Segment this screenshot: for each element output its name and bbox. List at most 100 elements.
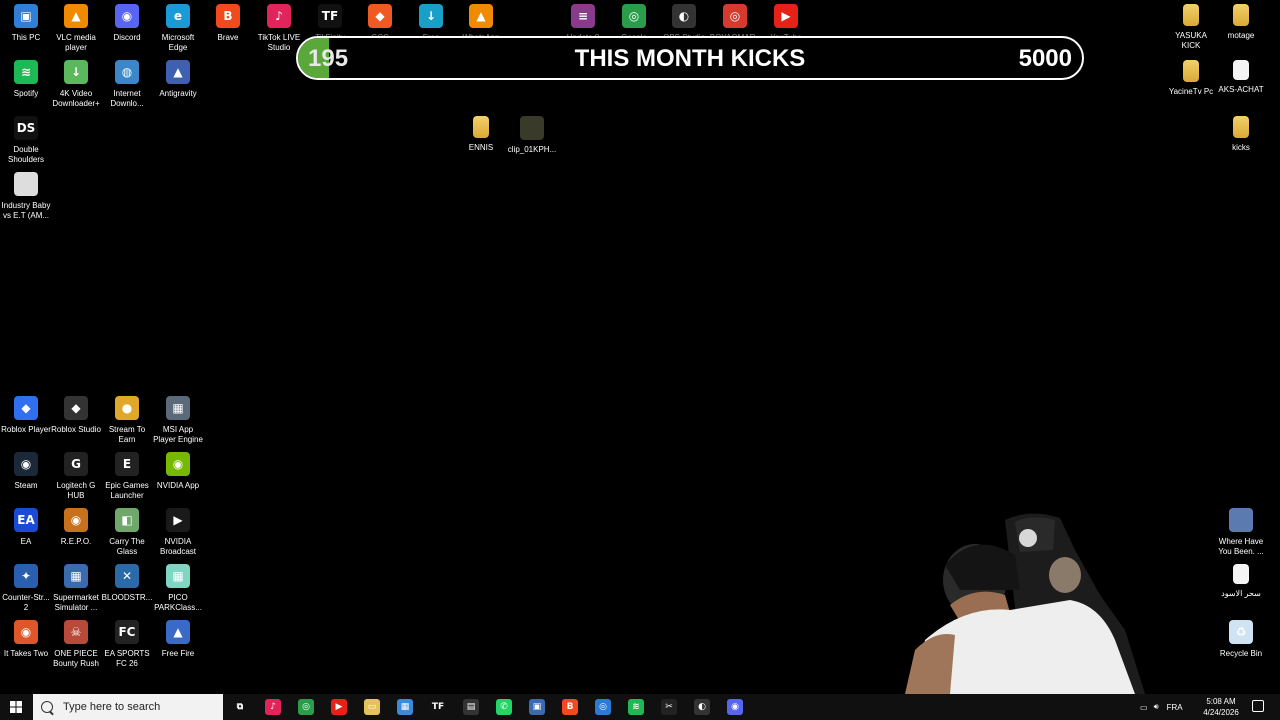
media-file-icon — [14, 172, 38, 196]
desktop-icon[interactable]: ≋ Spotify — [0, 56, 52, 99]
desktop-icon[interactable]: motage — [1215, 0, 1267, 41]
winrar-icon: ≡ — [571, 4, 595, 28]
desktop-icon[interactable]: ↓ 4K Video Downloader+ — [50, 56, 102, 109]
capcut-icon[interactable]: ✂ — [661, 699, 677, 715]
folder-icon — [473, 116, 489, 138]
msi-app-player-icon: ▦ — [166, 396, 190, 420]
desktop-icon-label: ONE PIECE Bounty Rush — [53, 649, 99, 668]
desktop-icon[interactable]: ◆ Roblox Studio — [50, 392, 102, 435]
start-button[interactable] — [0, 694, 32, 720]
desktop-icon-label: PICO PARKClass... — [154, 593, 202, 612]
desktop-icon[interactable]: Where Have You Been. ... — [1215, 504, 1267, 557]
desktop-icon-label: clip_01KPH... — [507, 145, 557, 154]
spotify-taskbar-icon[interactable]: ≋ — [628, 699, 644, 715]
file-icon — [1233, 60, 1249, 80]
free-fire-icon: ▲ — [166, 620, 190, 644]
terminal-icon[interactable]: ▤ — [463, 699, 479, 715]
file-icon — [1233, 564, 1249, 584]
system-tray: ▭ 🔊︎ FRA — [1140, 694, 1183, 720]
obs-taskbar-icon[interactable]: ◐ — [694, 699, 710, 715]
taskbar-clock[interactable]: 5:08 AM 4/24/2026 — [1196, 696, 1246, 718]
desktop-icon[interactable]: AKS-ACHAT — [1215, 56, 1267, 95]
desktop-icon[interactable]: ♻ Recycle Bin — [1215, 616, 1267, 659]
desktop-icon[interactable]: YASUKA KICK — [1165, 0, 1217, 51]
goal-title: THIS MONTH KICKS — [574, 45, 806, 72]
desktop-icon[interactable]: ENNIS — [455, 112, 507, 153]
desktop-icon-label: Brave — [217, 33, 239, 42]
desktop-icon[interactable]: ▦ MSI App Player Engine — [152, 392, 204, 445]
desktop-icon[interactable]: ▦ Supermarket Simulator ... — [50, 560, 102, 613]
youtube-taskbar-icon[interactable]: ▶ — [331, 699, 347, 715]
chrome-icon: ◎ — [622, 4, 646, 28]
desktop-icon[interactable]: ◆ Roblox Player — [0, 392, 52, 435]
language-indicator[interactable]: FRA — [1167, 703, 1183, 712]
desktop-icon-label: Carry The Glass — [109, 537, 145, 556]
desktop-icon-label: Discord — [113, 33, 141, 42]
store-icon[interactable]: ▦ — [397, 699, 413, 715]
desktop-icon[interactable]: ▲ Antigravity — [152, 56, 204, 99]
desktop-icon[interactable]: ● Stream To Earn — [101, 392, 153, 445]
desktop-icon[interactable]: B Brave — [202, 0, 254, 43]
desktop-icon[interactable]: ◍ Internet Downlo... — [101, 56, 153, 109]
notifications-icon[interactable] — [1252, 700, 1264, 712]
idm-icon: ◍ — [115, 60, 139, 84]
desktop-icon-label: Antigravity — [159, 89, 197, 98]
desktop-icon[interactable]: E Epic Games Launcher — [101, 448, 153, 501]
folder-icon — [1233, 4, 1249, 26]
desktop-icon[interactable]: YacineTv Pc — [1165, 56, 1217, 97]
desktop-icon[interactable]: ◧ Carry The Glass — [101, 504, 153, 557]
desktop-icon-label: AKS-ACHAT — [1218, 85, 1264, 94]
desktop-icon[interactable]: ◉ R.E.P.O. — [50, 504, 102, 547]
desktop-icon[interactable]: ▶ NVIDIA Broadcast — [152, 504, 204, 557]
tiktok-taskbar-icon[interactable]: ♪ — [265, 699, 281, 715]
desktop-icon[interactable]: EA EA — [0, 504, 52, 547]
desktop-icon-label: YacineTv Pc — [1168, 87, 1214, 96]
4k-downloader-icon: ↓ — [64, 60, 88, 84]
discord-taskbar-icon[interactable]: ◉ — [727, 699, 743, 715]
desktop-icon[interactable]: ◉ It Takes Two — [0, 616, 52, 659]
desktop-icon[interactable]: سحر الاسود — [1215, 560, 1267, 599]
folder-icon — [1233, 116, 1249, 138]
desktop-icon[interactable]: ▦ PICO PARKClass... — [152, 560, 204, 613]
desktop-icon[interactable]: ◉ NVIDIA App — [152, 448, 204, 491]
desktop-icon[interactable]: DS Double Shoulders — [0, 112, 52, 165]
youtube-icon: ▶ — [774, 4, 798, 28]
whatsapp-icon[interactable]: ✆ — [496, 699, 512, 715]
discord-icon: ◉ — [115, 4, 139, 28]
one-piece-icon: ☠ — [64, 620, 88, 644]
desktop-icon[interactable]: G Logitech G HUB — [50, 448, 102, 501]
remote-desktop-icon[interactable]: ▣ — [529, 699, 545, 715]
desktop-icon[interactable]: ▲ VLC media player — [50, 0, 102, 53]
it-takes-two-icon: ◉ — [14, 620, 38, 644]
chrome-profile-taskbar-icon[interactable]: ◎ — [595, 699, 611, 715]
desktop-icon[interactable]: ✕ BLOODSTR... — [101, 560, 153, 603]
desktop-icon[interactable]: e Microsoft Edge — [152, 0, 204, 53]
folder-icon — [1183, 4, 1199, 26]
desktop-icon[interactable]: ☠ ONE PIECE Bounty Rush — [50, 616, 102, 669]
desktop-icon[interactable]: ◉ Steam — [0, 448, 52, 491]
supermarket-icon: ▦ — [64, 564, 88, 588]
edge-icon: e — [166, 4, 190, 28]
desktop-icon[interactable]: FC EA SPORTS FC 26 — [101, 616, 153, 669]
desktop-icon[interactable]: ✦ Counter-Str... 2 — [0, 560, 52, 613]
file-explorer-icon[interactable]: ▭ — [364, 699, 380, 715]
desktop-icon[interactable]: ▣ This PC — [0, 0, 52, 43]
desktop-icon-label: Roblox Studio — [51, 425, 101, 434]
desktop-icon[interactable]: ▲ Free Fire — [152, 616, 204, 659]
volume-icon[interactable]: 🔊︎ — [1154, 702, 1159, 712]
desktop-icon[interactable]: kicks — [1215, 112, 1267, 153]
vlc-icon: ▲ — [64, 4, 88, 28]
desktop-icon-label: VLC media player — [56, 33, 96, 52]
search-icon — [41, 701, 53, 713]
brave-taskbar-icon[interactable]: B — [562, 699, 578, 715]
desktop-icon-label: YASUKA KICK — [1175, 31, 1207, 50]
desktop-icon[interactable]: clip_01KPH... — [506, 112, 558, 155]
chrome-taskbar-icon[interactable]: ◎ — [298, 699, 314, 715]
network-icon[interactable]: ▭ — [1140, 703, 1148, 712]
desktop-icon[interactable]: Industry Baby vs E.T (AM... — [0, 168, 52, 221]
cs2-icon: ✦ — [14, 564, 38, 588]
desktop-icon[interactable]: ◉ Discord — [101, 0, 153, 43]
taskbar-search-box[interactable]: Type here to search — [33, 694, 223, 720]
task-view-icon[interactable]: ⧉ — [232, 699, 248, 715]
tikfinity-taskbar-icon[interactable]: TF — [430, 699, 446, 715]
